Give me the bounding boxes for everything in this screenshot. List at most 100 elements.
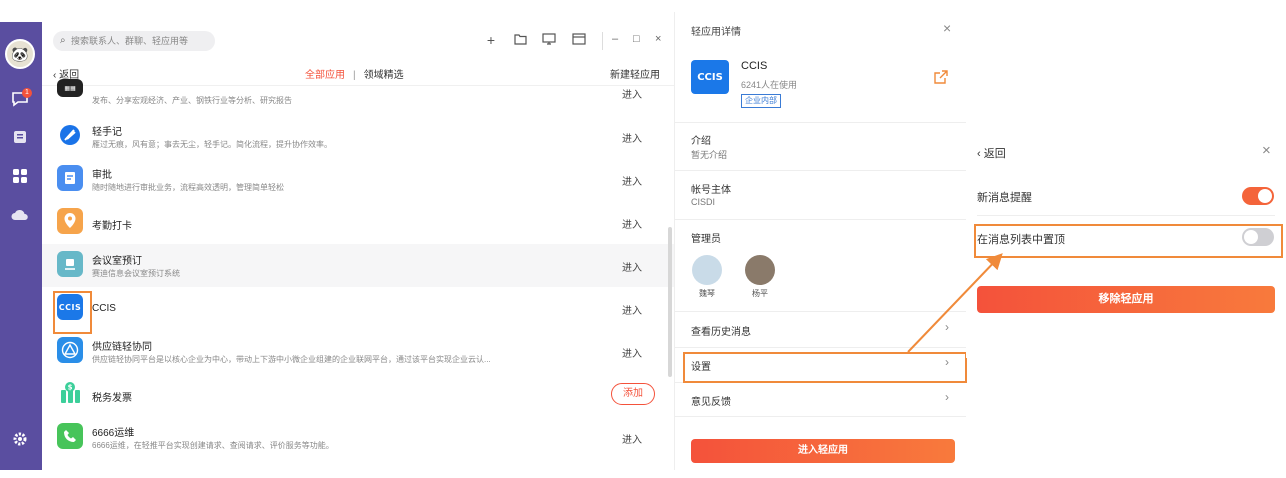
list-item-ccis[interactable]: CCIS CCIS 进入 bbox=[42, 287, 674, 330]
feedback-label: 意见反馈 bbox=[691, 397, 731, 408]
chevron-right-icon: › bbox=[945, 390, 949, 404]
app-title: 税务发票 bbox=[92, 393, 132, 404]
list-item[interactable]: 供应链轻协同 供应链轻协同平台是以核心企业为中心，带动上下游中小微企业组建的企业… bbox=[42, 330, 674, 373]
back-button[interactable]: ‹ 返回 bbox=[977, 145, 1006, 161]
list-item[interactable]: 轻手记 雁过无痕，风有意；事去无尘，轻手记。简化流程，提升协作效率。 进入 bbox=[42, 115, 674, 158]
unread-badge: 1 bbox=[22, 88, 32, 98]
meeting-room-icon bbox=[57, 251, 83, 277]
list-item[interactable]: $ 税务发票 添加 bbox=[42, 373, 674, 416]
top-bar: ⌕ 搜索联系人、群聊、轻应用等 + – □ × bbox=[42, 22, 674, 58]
list-item[interactable]: 考勤打卡 进入 bbox=[42, 201, 674, 244]
app-title: CCIS bbox=[92, 303, 116, 314]
app-name: CCIS bbox=[741, 60, 768, 72]
settings-gear-icon[interactable] bbox=[9, 428, 31, 450]
close-icon[interactable]: × bbox=[1262, 142, 1271, 159]
close-icon[interactable]: × bbox=[943, 20, 951, 36]
divider bbox=[675, 170, 966, 171]
left-sidebar: 🐼 1 bbox=[0, 22, 42, 470]
approval-icon bbox=[57, 165, 83, 191]
screenshot-root: 🐼 1 ⌕ 搜索联系人、群聊、轻应用等 + – □ × ‹ 返回 全部应用 | … bbox=[0, 0, 1286, 478]
app-desc: 6666运维，在轻推平台实现创建请求、查阅请求、评价服务等功能。 bbox=[92, 441, 334, 450]
location-pin-icon bbox=[57, 208, 83, 234]
enter-app-button[interactable]: 进入轻应用 bbox=[691, 439, 955, 463]
user-count: 6241人在使用 bbox=[741, 80, 798, 90]
enter-button[interactable]: 进入 bbox=[622, 216, 642, 231]
contacts-icon[interactable] bbox=[9, 126, 31, 148]
add-icon[interactable]: + bbox=[483, 32, 499, 48]
app-title: 供应链轻协同 bbox=[92, 342, 152, 353]
enter-button[interactable]: 进入 bbox=[622, 173, 642, 188]
minimize-button[interactable]: – bbox=[612, 33, 618, 45]
add-app-button[interactable]: 添加 bbox=[611, 383, 655, 405]
divider bbox=[675, 416, 966, 417]
admin-name: 杨平 bbox=[752, 289, 768, 298]
folder-icon[interactable] bbox=[512, 32, 528, 48]
enter-button[interactable]: 进入 bbox=[622, 345, 642, 360]
owner-label: 帐号主体 bbox=[691, 185, 731, 196]
enter-button[interactable]: 进入 bbox=[622, 130, 642, 145]
svg-text:$: $ bbox=[68, 384, 73, 392]
pin-highlight-box bbox=[974, 224, 1283, 258]
apps-icon[interactable] bbox=[9, 165, 31, 187]
window-icon[interactable] bbox=[571, 32, 587, 48]
admin-avatar[interactable]: 魏琴 bbox=[690, 255, 724, 298]
app-icon: ▦▦ bbox=[57, 79, 83, 97]
back-label: 返回 bbox=[983, 148, 1006, 160]
scrollbar-thumb[interactable] bbox=[668, 227, 672, 377]
remove-app-button[interactable]: 移除轻应用 bbox=[977, 286, 1275, 313]
app-window: ⌕ 搜索联系人、群聊、轻应用等 + – □ × ‹ 返回 全部应用 | 领域精选 新 bbox=[42, 22, 674, 470]
app-title: 会议室预订 bbox=[92, 256, 142, 267]
app-desc: 赛迪信息会议室预订系统 bbox=[92, 269, 180, 278]
app-detail-panel: 轻应用详情 × CCIS CCIS 6241人在使用 企业内部 介绍 暂无介绍 … bbox=[674, 12, 966, 470]
enter-button[interactable]: 进入 bbox=[622, 431, 642, 446]
chevron-right-icon: › bbox=[945, 320, 949, 334]
app-title: 考勤打卡 bbox=[92, 221, 132, 232]
search-placeholder: 搜索联系人、群聊、轻应用等 bbox=[71, 36, 189, 46]
detail-title: 轻应用详情 bbox=[691, 27, 741, 38]
app-title: 6666运维 bbox=[92, 428, 135, 439]
avatar bbox=[745, 255, 775, 285]
divider bbox=[675, 311, 966, 312]
owner-value: CISDI bbox=[691, 197, 716, 207]
cloud-icon[interactable] bbox=[9, 204, 31, 226]
list-item[interactable]: 会议室预订 赛迪信息会议室预订系统 进入 bbox=[42, 244, 674, 287]
app-desc: 发布、分享宏观经济、产业、钢铁行业等分析、研究报告 bbox=[92, 96, 292, 105]
toolbar-divider bbox=[602, 32, 603, 50]
admins-label: 管理员 bbox=[691, 234, 721, 245]
close-window-button[interactable]: × bbox=[655, 33, 661, 45]
list-item[interactable]: ▦▦ 发布、分享宏观经济、产业、钢铁行业等分析、研究报告 进入 bbox=[42, 74, 674, 117]
admin-name: 魏琴 bbox=[699, 289, 715, 298]
enter-button[interactable]: 进入 bbox=[622, 86, 642, 101]
list-item[interactable]: 审批 随时随地进行审批业务，流程高效透明，管理简单轻松 进入 bbox=[42, 158, 674, 201]
divider bbox=[977, 215, 1275, 216]
app-desc: 供应链轻协同平台是以核心企业为中心，带动上下游中小微企业组建的企业联网平台，通过… bbox=[92, 355, 491, 364]
ccis-logo-icon: CCIS bbox=[691, 60, 729, 94]
notify-toggle[interactable] bbox=[1242, 187, 1274, 205]
divider bbox=[675, 347, 966, 348]
divider bbox=[675, 219, 966, 220]
share-icon[interactable] bbox=[934, 70, 948, 87]
intro-value: 暂无介绍 bbox=[691, 150, 728, 160]
search-input[interactable]: ⌕ 搜索联系人、群聊、轻应用等 bbox=[53, 31, 215, 51]
history-label: 查看历史消息 bbox=[691, 327, 751, 338]
enter-button[interactable]: 进入 bbox=[622, 302, 642, 317]
app-title: 审批 bbox=[92, 170, 112, 181]
divider bbox=[675, 122, 966, 123]
app-desc: 随时随地进行审批业务，流程高效透明，管理简单轻松 bbox=[92, 183, 284, 192]
ccis-highlight-box bbox=[53, 291, 92, 334]
tax-invoice-icon: $ bbox=[57, 380, 83, 406]
avatar bbox=[692, 255, 722, 285]
screen-icon[interactable] bbox=[541, 32, 557, 48]
internal-tag: 企业内部 bbox=[741, 94, 781, 108]
admin-avatar[interactable]: 杨平 bbox=[743, 255, 777, 298]
maximize-button[interactable]: □ bbox=[633, 33, 640, 45]
toggle-knob bbox=[1258, 189, 1272, 203]
search-icon: ⌕ bbox=[60, 35, 66, 46]
app-desc: 雁过无痕，风有意；事去无尘，轻手记。简化流程，提升协作效率。 bbox=[92, 140, 332, 149]
list-item[interactable]: 6666运维 6666运维，在轻推平台实现创建请求、查阅请求、评价服务等功能。 … bbox=[42, 416, 674, 459]
phone-support-icon bbox=[57, 423, 83, 449]
avatar[interactable]: 🐼 bbox=[5, 39, 35, 69]
enter-button[interactable]: 进入 bbox=[622, 259, 642, 274]
settings-highlight-box bbox=[683, 352, 967, 383]
notify-label: 新消息提醒 bbox=[977, 192, 1032, 204]
